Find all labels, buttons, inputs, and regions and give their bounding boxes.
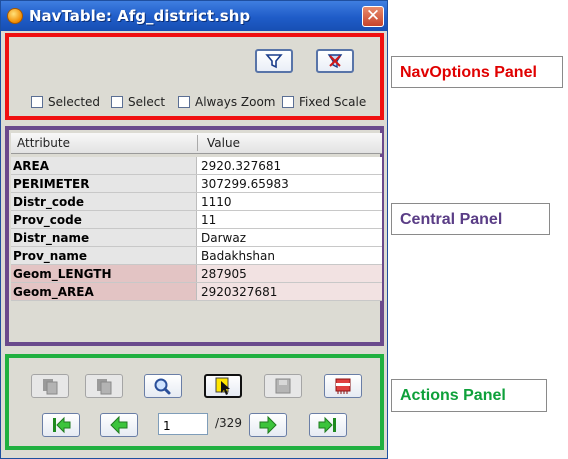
attribute-cell: Distr_code xyxy=(11,193,197,210)
column-header-value[interactable]: Value xyxy=(207,136,240,150)
title-bar[interactable]: NavTable: Afg_district.shp ✕ xyxy=(1,1,387,31)
last-record-button[interactable] xyxy=(309,413,347,437)
select-feature-button[interactable] xyxy=(204,374,242,398)
table-row[interactable]: PERIMETER 307299.65983 xyxy=(11,175,382,193)
central-panel: Attribute Value AREA 2920.327681 PERIMET… xyxy=(5,126,384,346)
magnifier-icon xyxy=(154,378,171,395)
checkbox-box[interactable] xyxy=(282,96,294,108)
table-row[interactable]: AREA 2920.327681 xyxy=(11,157,382,175)
fixed-scale-checkbox[interactable]: Fixed Scale xyxy=(282,94,366,110)
copy-icon xyxy=(43,379,58,395)
value-cell[interactable]: 1110 xyxy=(197,193,382,210)
delete-feature-button[interactable] xyxy=(324,374,362,398)
checkbox-box[interactable] xyxy=(111,96,123,108)
zoom-to-feature-button[interactable] xyxy=(144,374,182,398)
table-row[interactable]: Prov_code 11 xyxy=(11,211,382,229)
first-arrow-icon xyxy=(53,416,71,434)
no-filter-icon xyxy=(327,54,343,69)
callout-actions-panel: Actions Panel xyxy=(391,379,547,412)
save-feature-button[interactable] xyxy=(264,374,302,398)
value-cell[interactable]: 2920.327681 xyxy=(197,157,382,174)
table-header: Attribute Value xyxy=(11,133,382,154)
attribute-cell: Geom_LENGTH xyxy=(11,265,197,282)
delete-icon xyxy=(335,378,351,394)
table-row-geometry[interactable]: Geom_AREA 2920327681 xyxy=(11,283,382,301)
attribute-cell: PERIMETER xyxy=(11,175,197,192)
next-record-button[interactable] xyxy=(249,413,287,437)
previous-arrow-icon xyxy=(110,415,128,435)
value-cell[interactable]: 307299.65983 xyxy=(197,175,382,192)
copy-previous-button[interactable] xyxy=(85,374,123,398)
selected-checkbox-label: Selected xyxy=(48,95,101,109)
close-icon: ✕ xyxy=(365,6,381,26)
value-cell[interactable]: 11 xyxy=(197,211,382,228)
select-checkbox[interactable]: Select xyxy=(111,94,165,110)
attribute-cell: Geom_AREA xyxy=(11,283,197,300)
last-arrow-icon xyxy=(318,416,336,434)
attribute-cell: Distr_name xyxy=(11,229,197,246)
checkbox-box[interactable] xyxy=(31,96,43,108)
always-zoom-checkbox-label: Always Zoom xyxy=(195,95,276,109)
fixed-scale-checkbox-label: Fixed Scale xyxy=(299,95,367,109)
value-cell: 2920327681 xyxy=(197,283,382,300)
callout-navoptions-panel: NavOptions Panel xyxy=(391,56,563,88)
previous-record-button[interactable] xyxy=(100,413,138,437)
checkbox-box[interactable] xyxy=(178,96,190,108)
navoptions-panel: Selected Select Always Zoom Fixed Scale xyxy=(5,33,384,120)
actions-panel: /329 xyxy=(5,354,384,450)
table-row[interactable]: Distr_name Darwaz xyxy=(11,229,382,247)
selected-checkbox[interactable]: Selected xyxy=(31,94,100,110)
attribute-cell: Prov_name xyxy=(11,247,197,264)
attribute-cell: Prov_code xyxy=(11,211,197,228)
window-title: NavTable: Afg_district.shp xyxy=(29,7,251,25)
app-icon xyxy=(7,8,23,24)
clear-filter-button[interactable] xyxy=(316,49,354,73)
always-zoom-checkbox[interactable]: Always Zoom xyxy=(178,94,275,110)
close-button[interactable]: ✕ xyxy=(362,6,384,27)
attribute-table: AREA 2920.327681 PERIMETER 307299.65983 … xyxy=(11,157,382,301)
record-number-input[interactable] xyxy=(158,413,208,435)
save-icon xyxy=(275,378,291,394)
value-cell: 287905 xyxy=(197,265,382,282)
column-divider[interactable] xyxy=(197,135,198,151)
record-total-label: /329 xyxy=(215,416,242,430)
select-checkbox-label: Select xyxy=(128,95,166,109)
value-cell[interactable]: Darwaz xyxy=(197,229,382,246)
filter-button[interactable] xyxy=(255,49,293,73)
table-row[interactable]: Distr_code 1110 xyxy=(11,193,382,211)
callout-central-panel: Central Panel xyxy=(391,203,550,235)
column-header-attribute[interactable]: Attribute xyxy=(17,136,70,150)
navtable-window: NavTable: Afg_district.shp ✕ Selected Se… xyxy=(0,0,388,459)
table-row-geometry[interactable]: Geom_LENGTH 287905 xyxy=(11,265,382,283)
next-arrow-icon xyxy=(259,415,277,435)
table-row[interactable]: Prov_name Badakhshan xyxy=(11,247,382,265)
funnel-icon xyxy=(265,54,283,69)
copy-feature-button[interactable] xyxy=(31,374,69,398)
value-cell[interactable]: Badakhshan xyxy=(197,247,382,264)
attribute-cell: AREA xyxy=(11,157,197,174)
select-cursor-icon xyxy=(215,377,230,395)
first-record-button[interactable] xyxy=(42,413,80,437)
copy-icon xyxy=(97,379,112,395)
